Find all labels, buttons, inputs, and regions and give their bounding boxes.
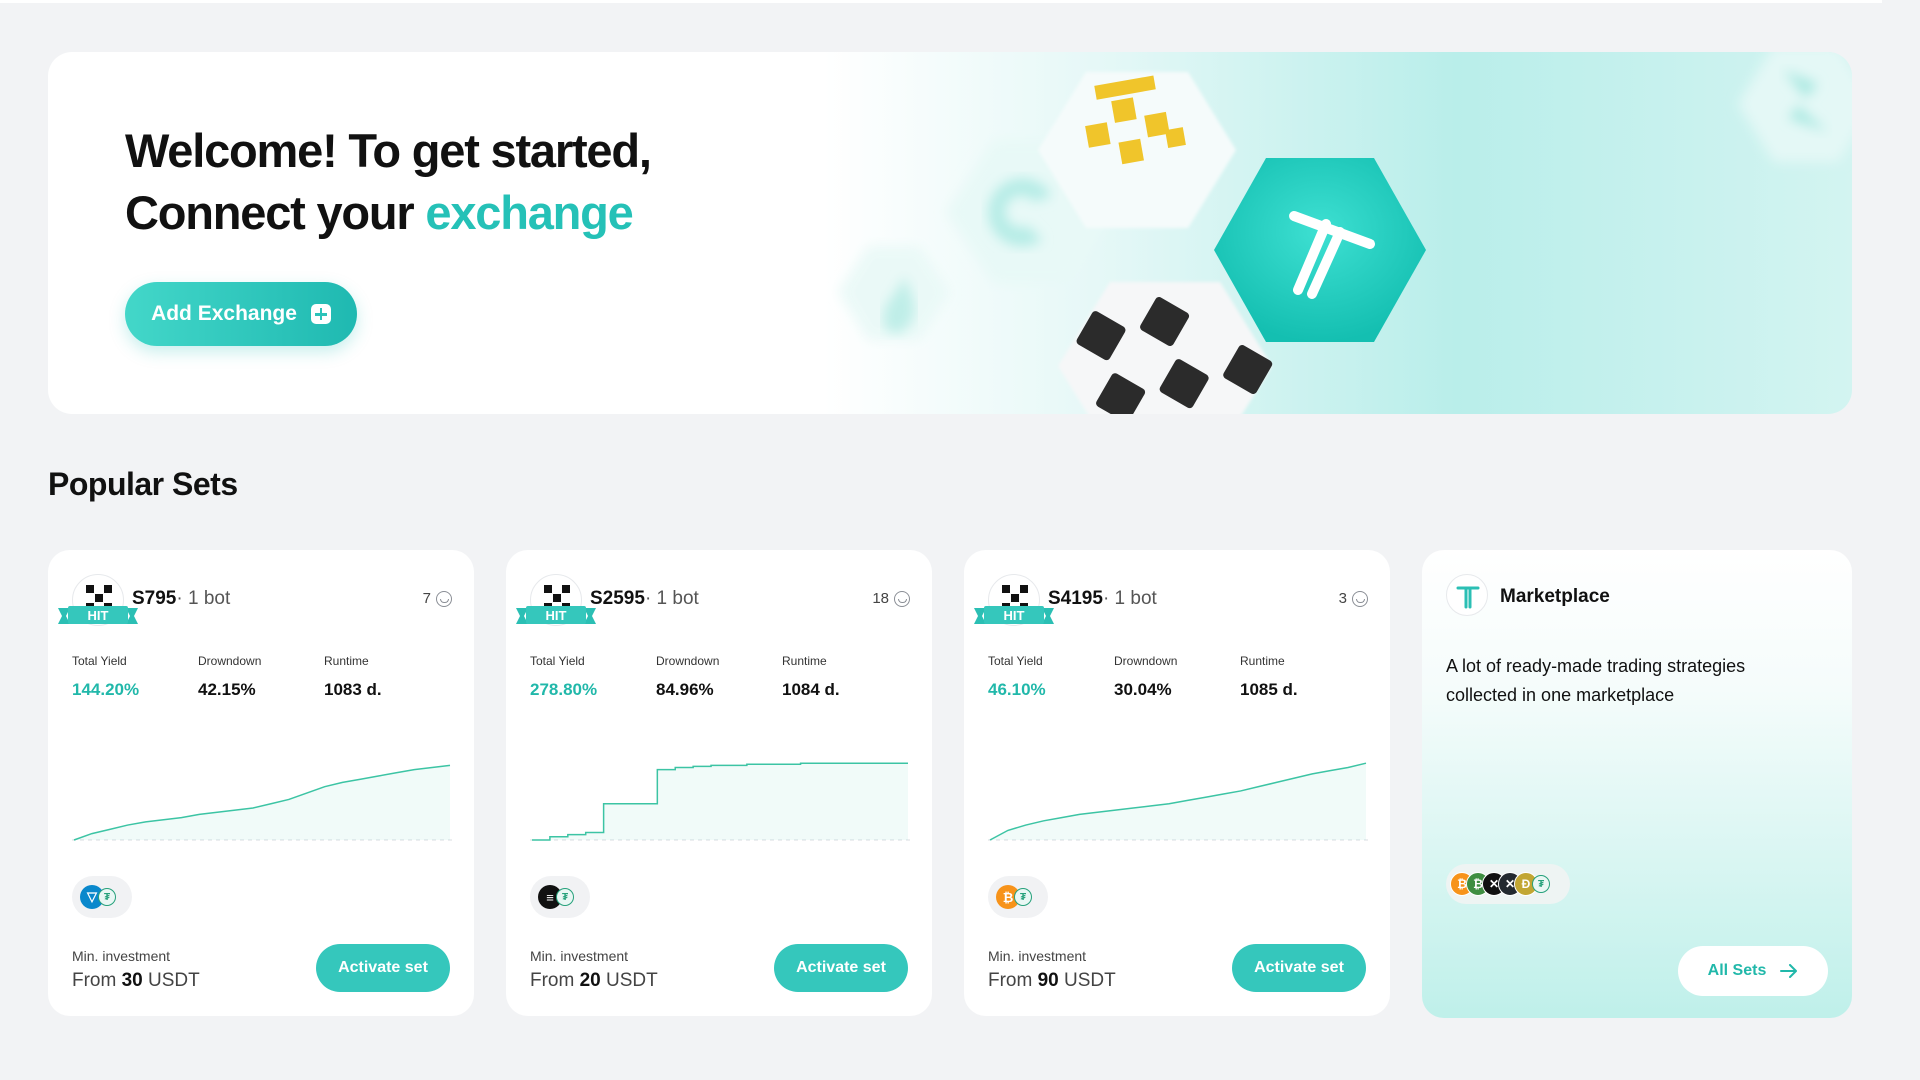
total-yield-label: Total Yield (72, 654, 127, 668)
hit-ribbon-icon: HIT (58, 606, 138, 624)
runtime-label: Runtime (782, 654, 827, 668)
drawdown-label: Drowndown (656, 654, 720, 668)
coin-pair: ▽ ₮ (72, 876, 132, 918)
top-divider (0, 0, 1882, 3)
total-yield-label: Total Yield (530, 654, 585, 668)
add-exchange-button[interactable]: Add Exchange (125, 282, 357, 346)
yield-sparkline (988, 762, 1368, 841)
exchange-accent-word: exchange (425, 186, 633, 239)
total-yield-value: 278.80% (530, 680, 598, 699)
min-investment-value: From 90 USDT (988, 970, 1116, 991)
yield-sparkline (72, 764, 452, 841)
set-card[interactable]: HIT S2595· 1 bot 18 Total Yield 278.80% D… (506, 550, 932, 1016)
drawdown-value: 42.15% (198, 680, 256, 699)
drawdown-label: Drowndown (198, 654, 262, 668)
drawdown-label: Drowndown (1114, 654, 1178, 668)
min-investment-value: From 20 USDT (530, 970, 658, 991)
blurred-hex-top-right (1738, 52, 1852, 162)
marketplace-card[interactable]: Marketplace A lot of ready-made trading … (1422, 550, 1852, 1018)
min-investment-label: Min. investment (72, 948, 171, 964)
set-name: S4195· 1 bot (1048, 588, 1157, 609)
total-yield-value: 144.20% (72, 680, 140, 699)
total-yield-label: Total Yield (988, 654, 1043, 668)
drawdown-value: 30.04% (1114, 680, 1172, 699)
welcome-title-line1: Welcome! To get started, (125, 124, 652, 177)
welcome-banner: Welcome! To get started, Connect your ex… (48, 52, 1852, 414)
min-investment-label: Min. investment (988, 948, 1087, 964)
welcome-title: Welcome! To get started, Connect your ex… (125, 120, 652, 244)
marketplace-coins: ₿ ₿ ✕ ✕ Ð ₮ (1446, 864, 1570, 904)
set-name: S795· 1 bot (132, 588, 231, 609)
marketplace-description: A lot of ready-made trading strategies c… (1446, 656, 1746, 705)
coin-pair: ≡ ₮ (530, 876, 590, 918)
activate-set-button[interactable]: Activate set (774, 944, 908, 992)
sparkline-area (532, 763, 908, 840)
svg-text:HIT: HIT (1004, 608, 1025, 623)
min-investment-label: Min. investment (530, 948, 629, 964)
users-count: 18 (872, 590, 910, 607)
usdt-coin-icon: ₮ (1532, 875, 1550, 893)
set-name: S2595· 1 bot (590, 588, 699, 609)
activate-set-button[interactable]: Activate set (316, 944, 450, 992)
tradesanta-logo-icon (1446, 574, 1488, 616)
exchange-logos-illustration (838, 52, 1852, 414)
usdt-coin-icon: ₮ (556, 888, 574, 906)
set-card[interactable]: HIT S795· 1 bot 7 Total Yield 144.20% Dro… (48, 550, 474, 1016)
add-exchange-label: Add Exchange (151, 302, 297, 325)
activate-set-button[interactable]: Activate set (1232, 944, 1366, 992)
all-sets-label: All Sets (1707, 962, 1767, 979)
hit-ribbon-icon: HIT (974, 606, 1054, 624)
usdt-coin-icon: ₮ (1014, 888, 1032, 906)
drawdown-value: 84.96% (656, 680, 714, 699)
users-count: 3 (1339, 590, 1368, 607)
plus-square-icon (310, 304, 331, 324)
runtime-value: 1083 d. (324, 680, 382, 699)
marketplace-title: Marketplace (1500, 586, 1610, 607)
users-smile-icon (1352, 590, 1368, 607)
users-smile-icon (894, 590, 910, 607)
welcome-title-line2: Connect your exchange (125, 186, 634, 239)
runtime-label: Runtime (1240, 654, 1285, 668)
popular-sets-title: Popular Sets (48, 466, 238, 502)
svg-text:HIT: HIT (546, 608, 567, 623)
sparkline-area (74, 765, 450, 840)
all-sets-button[interactable]: All Sets (1678, 946, 1828, 996)
min-investment-value: From 30 USDT (72, 970, 200, 991)
set-card[interactable]: HIT S4195· 1 bot 3 Total Yield 46.10% Dro… (964, 550, 1390, 1016)
total-yield-value: 46.10% (988, 680, 1046, 699)
runtime-value: 1084 d. (782, 680, 840, 699)
svg-text:HIT: HIT (88, 608, 109, 623)
runtime-label: Runtime (324, 654, 369, 668)
coin-pair: ₿ ₮ (988, 876, 1048, 918)
hit-ribbon-icon: HIT (516, 606, 596, 624)
users-count: 7 (423, 590, 452, 607)
arrow-right-icon (1780, 964, 1798, 978)
runtime-value: 1085 d. (1240, 680, 1298, 699)
users-smile-icon (436, 590, 452, 607)
yield-sparkline (530, 762, 910, 841)
usdt-coin-icon: ₮ (98, 888, 116, 906)
